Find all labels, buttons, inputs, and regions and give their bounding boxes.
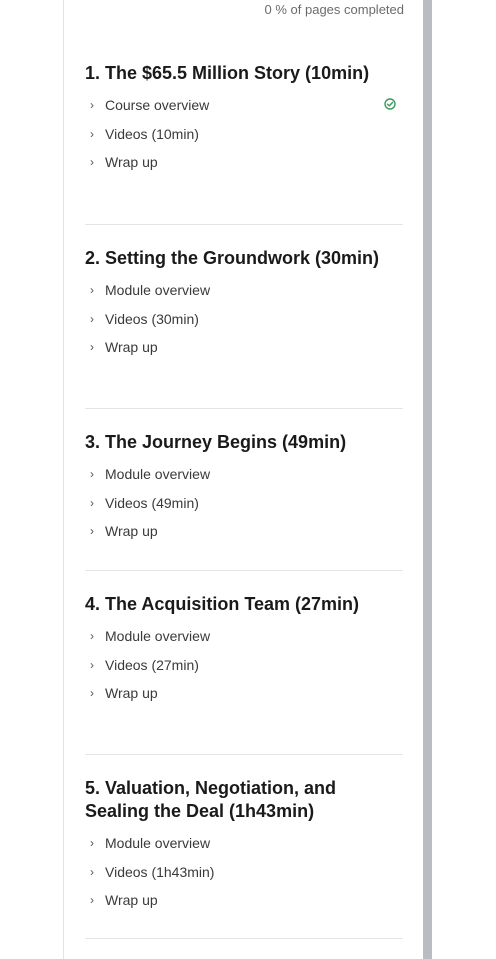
- item-label: Videos (27min): [105, 656, 199, 673]
- module-item-overview[interactable]: › Module overview: [85, 460, 403, 489]
- chevron-right-icon: ›: [90, 98, 94, 113]
- module-2: 2. Setting the Groundwork (30min) › Modu…: [85, 247, 403, 362]
- module-item-overview[interactable]: › Module overview: [85, 276, 403, 305]
- item-label: Wrap up: [105, 523, 158, 540]
- chevron-right-icon: ›: [90, 467, 94, 482]
- module-3: 3. The Journey Begins (49min) › Module o…: [85, 431, 403, 546]
- item-label: Videos (49min): [105, 494, 199, 511]
- item-label: Wrap up: [105, 892, 158, 909]
- item-label: Module overview: [105, 466, 211, 483]
- module-4: 4. The Acquisition Team (27min) › Module…: [85, 593, 403, 708]
- item-label: Wrap up: [105, 339, 158, 356]
- module-item-videos[interactable]: › Videos (49min): [85, 489, 403, 518]
- chevron-right-icon: ›: [90, 495, 94, 510]
- item-label: Wrap up: [105, 154, 158, 171]
- item-label: Wrap up: [105, 685, 158, 702]
- chevron-right-icon: ›: [90, 864, 94, 879]
- module-item-overview[interactable]: › Module overview: [85, 829, 403, 858]
- divider: [85, 224, 403, 225]
- module-item-wrap-up[interactable]: › Wrap up: [85, 148, 403, 177]
- chevron-right-icon: ›: [90, 283, 94, 298]
- completed-check-icon: [384, 98, 396, 110]
- module-item-overview[interactable]: › Module overview: [85, 622, 403, 651]
- chevron-right-icon: ›: [90, 126, 94, 141]
- module-item-wrap-up[interactable]: › Wrap up: [85, 517, 403, 546]
- chevron-right-icon: ›: [90, 629, 94, 644]
- chevron-right-icon: ›: [90, 657, 94, 672]
- module-item-wrap-up[interactable]: › Wrap up: [85, 333, 403, 362]
- item-label: Module overview: [105, 282, 211, 299]
- chevron-right-icon: ›: [90, 686, 94, 701]
- divider: [85, 408, 403, 409]
- module-item-videos[interactable]: › Videos (10min): [85, 120, 403, 149]
- module-1: 1. The $65.5 Million Story (10min) › Cou…: [85, 62, 403, 177]
- module-title[interactable]: 1. The $65.5 Million Story (10min): [85, 62, 403, 85]
- item-label: Module overview: [105, 628, 211, 645]
- chevron-right-icon: ›: [90, 340, 94, 355]
- item-label: Videos (10min): [105, 125, 199, 142]
- module-item-wrap-up[interactable]: › Wrap up: [85, 679, 403, 708]
- module-item-videos[interactable]: › Videos (30min): [85, 305, 403, 334]
- progress-label: 0 % of pages completed: [264, 2, 404, 17]
- item-label: Videos (1h43min): [105, 863, 215, 880]
- divider: [85, 754, 403, 755]
- module-title[interactable]: 2. Setting the Groundwork (30min): [85, 247, 403, 270]
- chevron-right-icon: ›: [90, 155, 94, 170]
- chevron-right-icon: ›: [90, 524, 94, 539]
- item-label: Module overview: [105, 835, 211, 852]
- chevron-right-icon: ›: [90, 836, 94, 851]
- module-title[interactable]: 3. The Journey Begins (49min): [85, 431, 403, 454]
- scrollbar[interactable]: [423, 0, 432, 959]
- module-item-overview[interactable]: › Course overview: [85, 91, 403, 120]
- module-title[interactable]: 5. Valuation, Negotiation, and Sealing t…: [85, 777, 403, 823]
- module-item-videos[interactable]: › Videos (27min): [85, 651, 403, 680]
- module-item-wrap-up[interactable]: › Wrap up: [85, 886, 403, 915]
- module-title[interactable]: 4. The Acquisition Team (27min): [85, 593, 403, 616]
- chevron-right-icon: ›: [90, 311, 94, 326]
- module-5: 5. Valuation, Negotiation, and Sealing t…: [85, 777, 403, 915]
- divider: [85, 570, 403, 571]
- item-label: Videos (30min): [105, 310, 199, 327]
- chevron-right-icon: ›: [90, 893, 94, 908]
- course-outline-panel: 0 % of pages completed 1. The $65.5 Mill…: [63, 0, 420, 959]
- item-label: Course overview: [105, 97, 210, 114]
- divider: [85, 938, 403, 939]
- module-item-videos[interactable]: › Videos (1h43min): [85, 858, 403, 887]
